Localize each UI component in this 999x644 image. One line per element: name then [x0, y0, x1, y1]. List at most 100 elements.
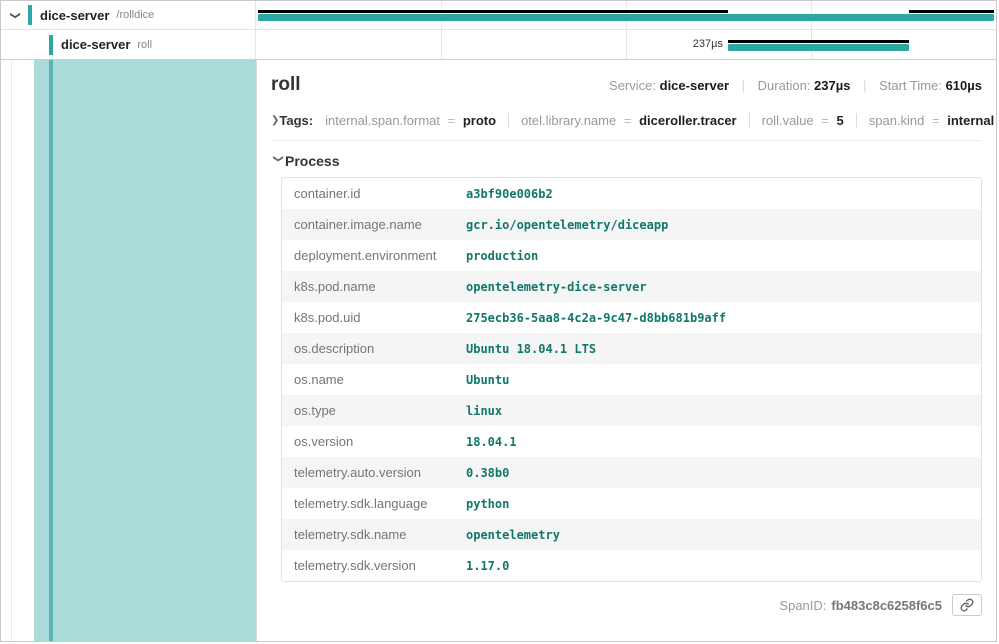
table-row: deployment.environment production: [282, 240, 981, 271]
chevron-down-icon[interactable]: ❯: [273, 154, 284, 168]
table-row: os.name Ubuntu: [282, 364, 981, 395]
row-value: 0.38b0: [454, 458, 981, 488]
row-value: opentelemetry: [454, 520, 981, 550]
tags-accordion[interactable]: ❯ Tags: internal.span.format = proto ote…: [271, 104, 982, 141]
start-time-value: 610µs: [946, 78, 982, 93]
row-value: a3bf90e006b2: [454, 179, 981, 209]
table-row: telemetry.sdk.name opentelemetry: [282, 519, 981, 550]
link-icon: [960, 598, 974, 612]
row-value: linux: [454, 396, 981, 426]
row-key: k8s.pod.name: [282, 271, 454, 302]
span-name-cell-rolldice[interactable]: ❯ dice-server /rolldice: [1, 1, 256, 29]
selected-span-highlight-column: [1, 60, 256, 642]
tag-item: span.kind = internal: [869, 113, 994, 128]
timeline-gridline: [441, 30, 442, 59]
deep-link-button[interactable]: [952, 594, 982, 616]
tag-divider: [508, 113, 509, 128]
tree-guide-line: [11, 60, 12, 642]
process-accordion[interactable]: ❯ Process: [271, 141, 982, 177]
service-value: dice-server: [660, 78, 729, 93]
span-detail-panel: roll Service: dice-server | Duration: 23…: [256, 60, 996, 642]
row-value: Ubuntu: [454, 365, 981, 395]
row-key: telemetry.sdk.language: [282, 488, 454, 519]
row-key: os.description: [282, 333, 454, 364]
equals-sign: =: [624, 113, 632, 128]
chevron-right-icon[interactable]: ❯: [271, 115, 279, 126]
row-value: 1.17.0: [454, 551, 981, 581]
tag-key: roll.value: [762, 113, 814, 128]
span-detail-stats: Service: dice-server | Duration: 237µs |…: [609, 78, 982, 93]
span-color-stripe: [49, 60, 53, 642]
stat-divider: |: [863, 78, 866, 93]
span-name-cell-roll[interactable]: dice-server roll: [1, 30, 256, 59]
row-key: os.version: [282, 426, 454, 457]
tag-value: proto: [463, 113, 496, 128]
row-key: telemetry.sdk.version: [282, 550, 454, 581]
row-key: deployment.environment: [282, 240, 454, 271]
service-label: Service:: [609, 78, 656, 93]
row-value: gcr.io/opentelemetry/diceapp: [454, 210, 981, 240]
tag-value: diceroller.tracer: [639, 113, 737, 128]
tags-label: Tags:: [279, 113, 313, 128]
selected-span-highlight: [34, 60, 256, 642]
table-row: k8s.pod.name opentelemetry-dice-server: [282, 271, 981, 302]
tag-item: internal.span.format = proto: [325, 113, 496, 128]
row-key: container.id: [282, 178, 454, 209]
tag-key: span.kind: [869, 113, 925, 128]
table-row: container.id a3bf90e006b2: [282, 178, 981, 209]
tag-item: otel.library.name = diceroller.tracer: [521, 113, 737, 128]
row-key: telemetry.auto.version: [282, 457, 454, 488]
tag-item: roll.value = 5: [762, 113, 844, 128]
span-operation-title: roll: [271, 74, 301, 96]
table-row: os.version 18.04.1: [282, 426, 981, 457]
critical-path-segment: [728, 40, 909, 43]
span-bar-roll[interactable]: [728, 44, 909, 51]
tag-divider: [856, 113, 857, 128]
span-id-value: fb483c8c6258f6c5: [831, 598, 942, 613]
span-color-bar: [49, 35, 53, 55]
equals-sign: =: [448, 113, 456, 128]
span-detail-row: roll Service: dice-server | Duration: 23…: [1, 60, 996, 642]
span-bar-rolldice[interactable]: [258, 14, 994, 21]
start-time-label: Start Time:: [879, 78, 942, 93]
equals-sign: =: [821, 113, 829, 128]
span-row-rolldice[interactable]: ❯ dice-server /rolldice: [1, 1, 996, 30]
row-key: telemetry.sdk.name: [282, 519, 454, 550]
critical-path-segment: [909, 10, 994, 13]
collapse-children-icon[interactable]: ❯: [10, 8, 21, 22]
process-key-value-table: container.id a3bf90e006b2 container.imag…: [281, 177, 982, 582]
timeline-cell-roll: 237µs: [256, 30, 996, 59]
span-id-label: SpanID:: [779, 598, 826, 613]
operation-name: roll: [137, 39, 152, 51]
operation-name: /rolldice: [116, 9, 154, 21]
duration-label: Duration:: [758, 78, 811, 93]
row-key: container.image.name: [282, 209, 454, 240]
timeline-gridline: [626, 30, 627, 59]
row-value: 275ecb36-5aa8-4c2a-9c47-d8bb681b9aff: [454, 303, 981, 333]
duration-value: 237µs: [814, 78, 850, 93]
table-row: os.type linux: [282, 395, 981, 426]
span-row-roll[interactable]: dice-server roll 237µs: [1, 30, 996, 60]
service-name: dice-server: [40, 8, 109, 23]
row-value: production: [454, 241, 981, 271]
span-duration-label: 237µs: [674, 38, 723, 50]
row-key: k8s.pod.uid: [282, 302, 454, 333]
table-row: k8s.pod.uid 275ecb36-5aa8-4c2a-9c47-d8bb…: [282, 302, 981, 333]
row-key: os.type: [282, 395, 454, 426]
table-row: telemetry.auto.version 0.38b0: [282, 457, 981, 488]
tag-divider: [749, 113, 750, 128]
stat-divider: |: [742, 78, 745, 93]
table-row: container.image.name gcr.io/opentelemetr…: [282, 209, 981, 240]
tag-key: otel.library.name: [521, 113, 616, 128]
trace-timeline-view: ❯ dice-server /rolldice dice-server roll…: [0, 0, 997, 642]
tag-value: 5: [837, 113, 844, 128]
row-value: opentelemetry-dice-server: [454, 272, 981, 302]
timeline-cell-rolldice: [256, 1, 996, 29]
tag-key: internal.span.format: [325, 113, 440, 128]
critical-path-segment: [258, 10, 728, 13]
table-row: os.description Ubuntu 18.04.1 LTS: [282, 333, 981, 364]
span-color-bar: [28, 5, 32, 25]
equals-sign: =: [932, 113, 940, 128]
row-value: python: [454, 489, 981, 519]
span-detail-footer: SpanID: fb483c8c6258f6c5: [271, 594, 982, 616]
